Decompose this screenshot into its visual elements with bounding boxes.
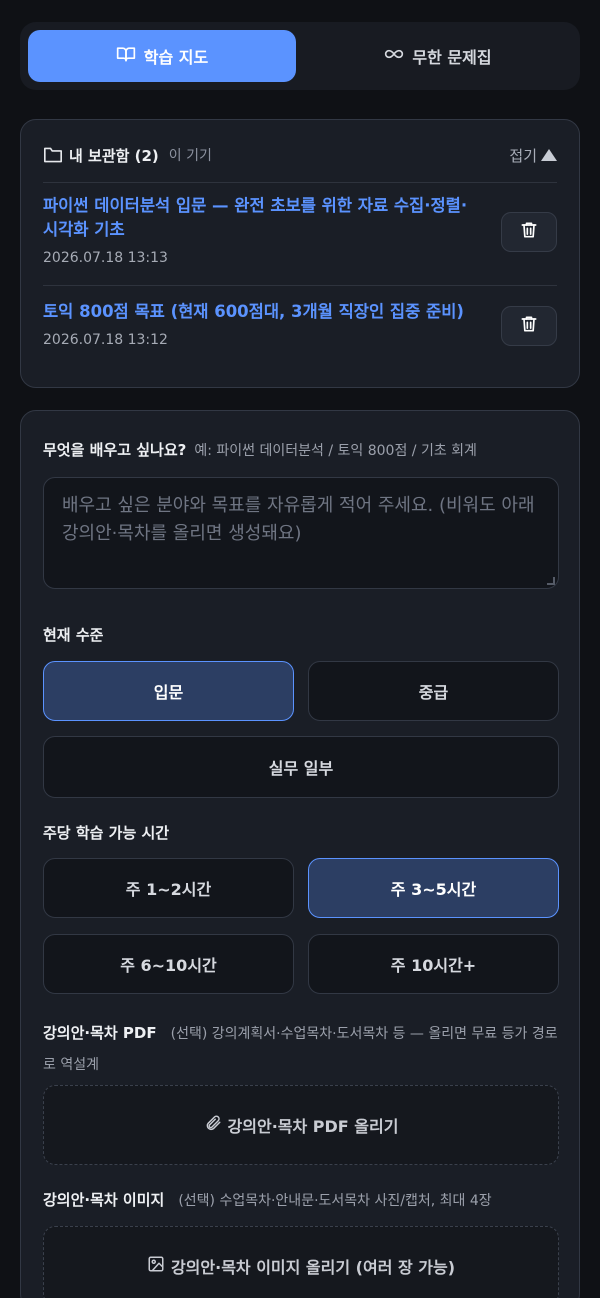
triangle-up-icon [541,149,557,161]
saved-item-title[interactable]: 토익 800점 목표 (현재 600점대, 3개월 직장인 집중 준비) [43,300,483,324]
hours-option-1-2[interactable]: 주 1~2시간 [43,858,294,918]
folder-icon [43,146,63,164]
resize-handle[interactable] [547,577,555,585]
level-option-beginner[interactable]: 입문 [43,661,294,721]
trash-icon [519,220,539,244]
level-option-intermediate[interactable]: 중급 [308,661,559,721]
mode-tabs: 학습 지도 무한 문제집 [20,22,580,90]
saved-subtitle: 이 기기 [168,148,212,164]
tab-learning-map[interactable]: 학습 지도 [28,30,296,82]
divider [43,182,557,183]
tab-infinite-problems[interactable]: 무한 문제집 [304,30,572,82]
level-label: 현재 수준 [43,626,104,644]
tab-label: 학습 지도 [143,48,209,67]
goal-label-row: 무엇을 배우고 싶나요? 예: 파이썬 데이터분석 / 토익 800점 / 기초 … [43,439,557,462]
book-icon [116,44,136,68]
plan-form: 무엇을 배우고 싶나요? 예: 파이썬 데이터분석 / 토익 800점 / 기초 … [20,410,580,1298]
pdf-upload-button[interactable]: 강의안·목차 PDF 올리기 [43,1085,559,1165]
pdf-label-row: 강의안·목차 PDF (선택) 강의계획서·수업목차·도서목차 등 — 올리면 무… [43,1018,559,1080]
saved-item-title[interactable]: 파이썬 데이터분석 입문 — 완전 초보를 위한 자료 수집·정렬·시각화 기초 [43,194,473,242]
level-option-practical[interactable]: 실무 일부 [43,736,559,798]
collapse-button[interactable]: 접기 [509,145,557,166]
saved-item-date: 2026.07.18 13:13 [43,250,168,266]
hours-option-10-plus[interactable]: 주 10시간+ [308,934,559,994]
delete-button[interactable] [501,306,557,346]
saved-title: 내 보관함 (2) [69,146,159,165]
saved-box: 내 보관함 (2) 이 기기 접기 파이썬 데이터분석 입문 — 완전 초보를 … [20,119,580,388]
divider [43,285,557,286]
pdf-upload-label: 강의안·목차 PDF 올리기 [227,1117,399,1136]
image-hint: (선택) 수업목차·안내문·도서목차 사진/캡처, 최대 4장 [178,1193,492,1209]
collapse-label: 접기 [509,146,537,165]
tab-label: 무한 문제집 [412,48,492,67]
hours-option-6-10[interactable]: 주 6~10시간 [43,934,294,994]
saved-item: 토익 800점 목표 (현재 600점대, 3개월 직장인 집중 준비) 202… [43,300,557,348]
goal-hint: 예: 파이썬 데이터분석 / 토익 800점 / 기초 회계 [194,443,477,459]
saved-header: 내 보관함 (2) 이 기기 접기 [43,142,557,168]
pdf-label: 강의안·목차 PDF [43,1024,157,1042]
hours-option-3-5[interactable]: 주 3~5시간 [308,858,559,918]
paperclip-icon [204,1114,222,1136]
goal-placeholder: 배우고 싶은 분야와 목표를 자유롭게 적어 주세요. (비워도 아래 강의안·… [62,495,535,544]
saved-item-date: 2026.07.18 13:12 [43,332,168,348]
image-label: 강의안·목차 이미지 [43,1191,165,1209]
goal-textarea[interactable]: 배우고 싶은 분야와 목표를 자유롭게 적어 주세요. (비워도 아래 강의안·… [43,477,559,589]
trash-icon [519,314,539,338]
goal-label: 무엇을 배우고 싶나요? [43,441,187,459]
image-upload-button[interactable]: 강의안·목차 이미지 올리기 (여러 장 가능) [43,1226,559,1298]
image-label-row: 강의안·목차 이미지 (선택) 수업목차·안내문·도서목차 사진/캡처, 최대 4… [43,1189,557,1212]
infinity-icon [384,44,404,68]
image-upload-label: 강의안·목차 이미지 올리기 (여러 장 가능) [170,1258,456,1277]
image-icon [147,1255,165,1277]
saved-item: 파이썬 데이터분석 입문 — 완전 초보를 위한 자료 수집·정렬·시각화 기초… [43,194,557,266]
hours-label: 주당 학습 가능 시간 [43,824,170,842]
delete-button[interactable] [501,212,557,252]
